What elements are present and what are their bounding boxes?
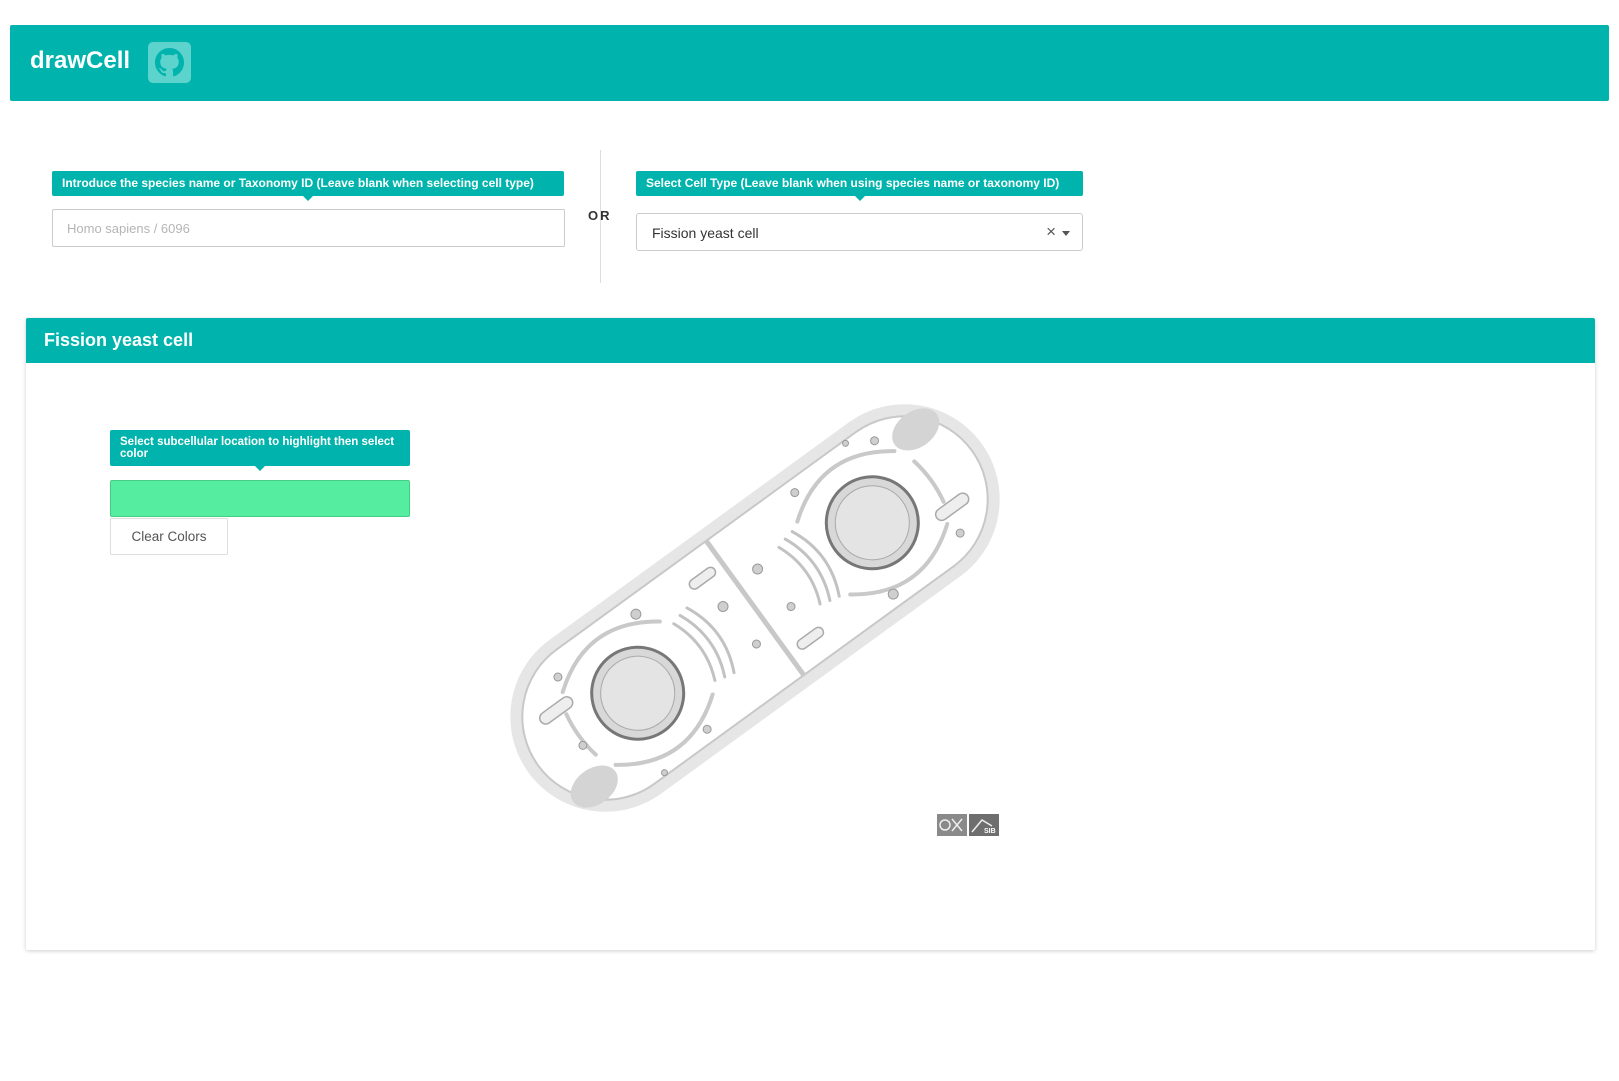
location-tooltip: Select subcellular location to highlight… (110, 430, 410, 471)
navbar: drawCell (10, 25, 1609, 101)
clear-colors-button[interactable]: Clear Colors (110, 518, 228, 555)
svg-text:SIB: SIB (984, 828, 996, 835)
expasy-logo (937, 814, 967, 836)
cell-panel: Fission yeast cell Select subcellular lo… (26, 318, 1595, 950)
clear-selection-icon[interactable]: × (1046, 222, 1056, 242)
github-icon (154, 47, 185, 77)
app-title: drawCell (30, 47, 131, 74)
cell-diagram[interactable] (495, 398, 1015, 818)
github-link-button[interactable] (148, 42, 191, 83)
celltype-select[interactable]: Fission yeast cell × (636, 213, 1083, 251)
species-input[interactable] (52, 209, 565, 247)
sib-logo: SIB (969, 814, 999, 836)
color-picker-swatch[interactable] (110, 480, 410, 517)
panel-title: Fission yeast cell (44, 330, 194, 350)
celltype-selected-value: Fission yeast cell (652, 225, 759, 241)
celltype-tooltip: Select Cell Type (Leave blank when using… (636, 171, 1083, 201)
chevron-down-icon[interactable] (1062, 231, 1070, 236)
species-tooltip: Introduce the species name or Taxonomy I… (52, 171, 564, 201)
panel-header: Fission yeast cell (26, 318, 1595, 363)
logos: SIB (937, 814, 999, 836)
or-separator: OR (588, 208, 612, 223)
